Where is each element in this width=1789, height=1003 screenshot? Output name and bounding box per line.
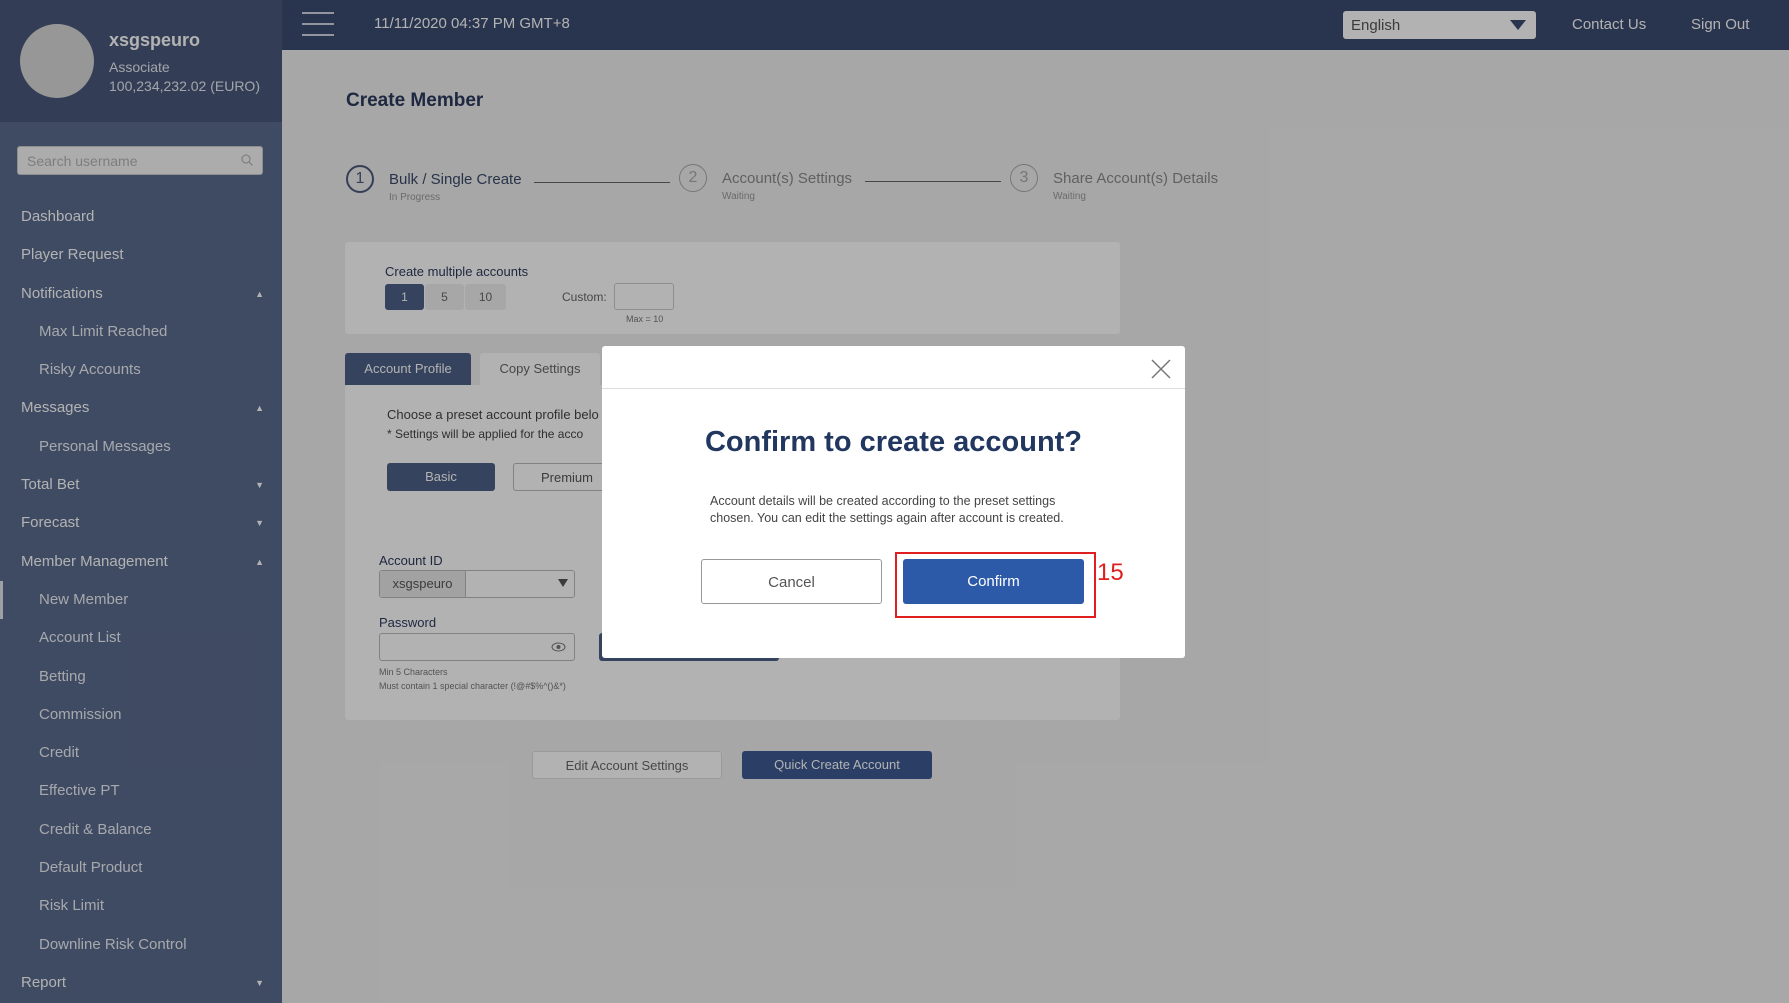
modal-message: Account details will be created accordin… <box>710 494 1064 525</box>
modal-header <box>602 346 1185 389</box>
close-icon[interactable] <box>1151 359 1171 379</box>
annotation-highlight-box <box>895 552 1096 618</box>
confirm-modal: Confirm to create account? Account detai… <box>602 346 1185 658</box>
annotation-number: 15 <box>1097 559 1124 586</box>
modal-title: Confirm to create account? <box>704 426 1083 458</box>
cancel-button[interactable]: Cancel <box>701 559 882 604</box>
